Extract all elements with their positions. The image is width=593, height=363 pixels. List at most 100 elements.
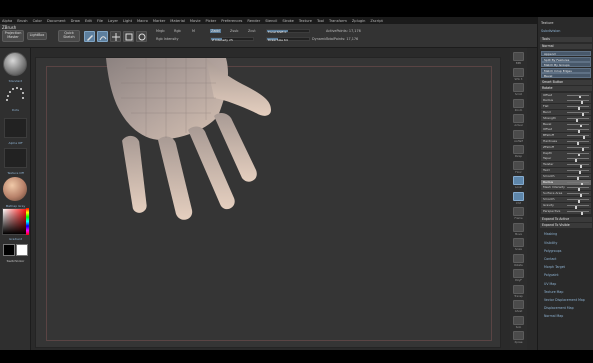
menu-document[interactable]: Document (47, 19, 66, 23)
menu-file[interactable]: File (97, 19, 103, 23)
menu-stroke[interactable]: Stroke (282, 19, 293, 23)
subpalette-9[interactable]: Displacement Map (544, 306, 574, 310)
dynamic-toggle[interactable]: Dynamic (312, 37, 327, 41)
zcut-label[interactable]: Zcut (248, 29, 256, 33)
slider-track[interactable] (567, 100, 589, 105)
persp-button[interactable] (513, 145, 524, 154)
texture-off-icon[interactable] (4, 148, 27, 168)
subpalette-6[interactable]: UV Map (544, 282, 556, 286)
menu-movie[interactable]: Movie (190, 19, 201, 23)
scale-button[interactable] (513, 238, 524, 247)
standard-brush-icon[interactable] (3, 52, 27, 76)
menu-material[interactable]: Material (170, 19, 185, 23)
panel-title[interactable]: Texture (541, 21, 553, 25)
dots-stroke-icon[interactable] (4, 86, 26, 104)
subpalette-1[interactable]: Visibility (544, 241, 557, 245)
projection-master-button[interactable]: Projection Master (2, 30, 24, 42)
local-button[interactable] (513, 176, 524, 185)
slider-track[interactable] (567, 152, 589, 157)
transp-button[interactable] (513, 284, 524, 294)
move-mode-button[interactable] (110, 31, 121, 42)
menu-texture[interactable]: Texture (299, 19, 312, 23)
slider-track[interactable] (567, 140, 589, 145)
slider-track[interactable] (567, 146, 589, 151)
slider-track[interactable] (567, 210, 589, 215)
m-label[interactable]: M (192, 29, 195, 33)
expand-to-active-header[interactable]: Expand To Active (540, 217, 592, 223)
slider-track[interactable] (567, 169, 589, 174)
scroll-button[interactable] (513, 83, 524, 92)
hue-strip[interactable] (26, 208, 29, 235)
slider-knob[interactable] (580, 211, 583, 215)
slider-row-1[interactable]: Radius (541, 98, 591, 105)
slider-row-14[interactable]: Smooth (541, 173, 591, 180)
scale-mode-button[interactable] (123, 31, 134, 42)
expand-to-visible-header[interactable]: Expand To Visible (540, 223, 592, 229)
subpalette-7[interactable]: Texture Map (544, 290, 563, 294)
menu-zplugin[interactable]: Zplugin (352, 19, 366, 23)
slider-row-8[interactable]: Hardness (541, 138, 591, 145)
actual-button[interactable] (513, 114, 524, 123)
bpr-button[interactable] (513, 52, 524, 61)
menu-tool[interactable]: Tool (317, 19, 324, 23)
panel-button-2[interactable]: Match By Groups (541, 62, 591, 67)
slider-row-6[interactable]: Offset (541, 127, 591, 134)
menu-alpha[interactable]: Alpha (2, 19, 12, 23)
aahalf-button[interactable] (513, 129, 524, 139)
slider-row-20[interactable]: Perspective (541, 208, 591, 215)
menu-picker[interactable]: Picker (206, 19, 217, 23)
alpha-off-icon[interactable] (4, 118, 27, 138)
solo-button[interactable] (513, 315, 524, 325)
xyz-button[interactable] (513, 191, 524, 201)
menu-edit[interactable]: Edit (85, 19, 92, 23)
menu-layer[interactable]: Layer (108, 19, 118, 23)
slider-row-10[interactable]: Depth (541, 150, 591, 157)
menu-marker[interactable]: Marker (153, 19, 165, 23)
floor-button[interactable] (513, 160, 524, 170)
slider-track[interactable] (567, 193, 589, 198)
menu-preferences[interactable]: Preferences (221, 19, 242, 23)
slider-row-12[interactable]: Twister (541, 162, 591, 169)
slider-row-13[interactable]: Twirl (541, 167, 591, 174)
menu-color[interactable]: Color (33, 19, 42, 23)
rotate-button[interactable] (513, 253, 524, 263)
slider-row-16[interactable]: Mesh Intensity (541, 185, 591, 192)
slider-track[interactable] (567, 175, 589, 180)
slider-track[interactable] (567, 187, 589, 192)
slider-row-7[interactable]: BFalloff (541, 133, 591, 140)
subpalette-4[interactable]: Morph Target (544, 265, 565, 269)
color-picker-icon[interactable] (2, 208, 29, 235)
secondary-color-swatch[interactable] (16, 244, 28, 256)
menu-light[interactable]: Light (123, 19, 132, 23)
frame-button[interactable] (513, 207, 524, 216)
draw-mode-button[interactable] (97, 31, 108, 42)
slider-track[interactable] (567, 204, 589, 209)
subpalette-10[interactable]: Normal Map (544, 314, 563, 318)
menu-draw[interactable]: Draw (71, 19, 80, 23)
focal-shift-slider[interactable]: Focal Shift 0 (266, 29, 310, 34)
menu-stencil[interactable]: Stencil (265, 19, 277, 23)
switch-color-label[interactable]: SwitchColor (2, 259, 29, 263)
slider-track[interactable] (567, 198, 589, 203)
zsub-label[interactable]: Zsub (230, 29, 238, 33)
spix-button[interactable] (513, 67, 524, 77)
rgb-label[interactable]: Rgb (174, 29, 181, 33)
draw-size-slider[interactable]: Draw Size 64 (266, 37, 310, 42)
smart-button-header[interactable]: Smart Button (540, 79, 592, 85)
document-canvas[interactable] (35, 57, 501, 348)
subpalette-8[interactable]: Vector Displacement Map (544, 298, 585, 302)
zadd-label[interactable]: Zadd (210, 29, 221, 33)
mrgb-label[interactable]: Mrgb (156, 29, 165, 33)
slider-track[interactable] (567, 135, 589, 140)
slider-track[interactable] (567, 181, 589, 186)
slider-row-17[interactable]: Surface Area (541, 191, 591, 198)
rotate-mode-button[interactable] (136, 31, 147, 42)
slider-track[interactable] (567, 129, 589, 134)
slider-track[interactable] (567, 123, 589, 128)
panel-subtitle[interactable]: Subdivision (541, 29, 560, 33)
zoom-button[interactable] (513, 98, 524, 108)
slider-row-4[interactable]: Strength (541, 115, 591, 122)
panel-button-1[interactable]: Split By Features (541, 56, 591, 62)
hand-model[interactable] (106, 58, 296, 233)
slider-row-2[interactable]: Flat (541, 104, 591, 111)
